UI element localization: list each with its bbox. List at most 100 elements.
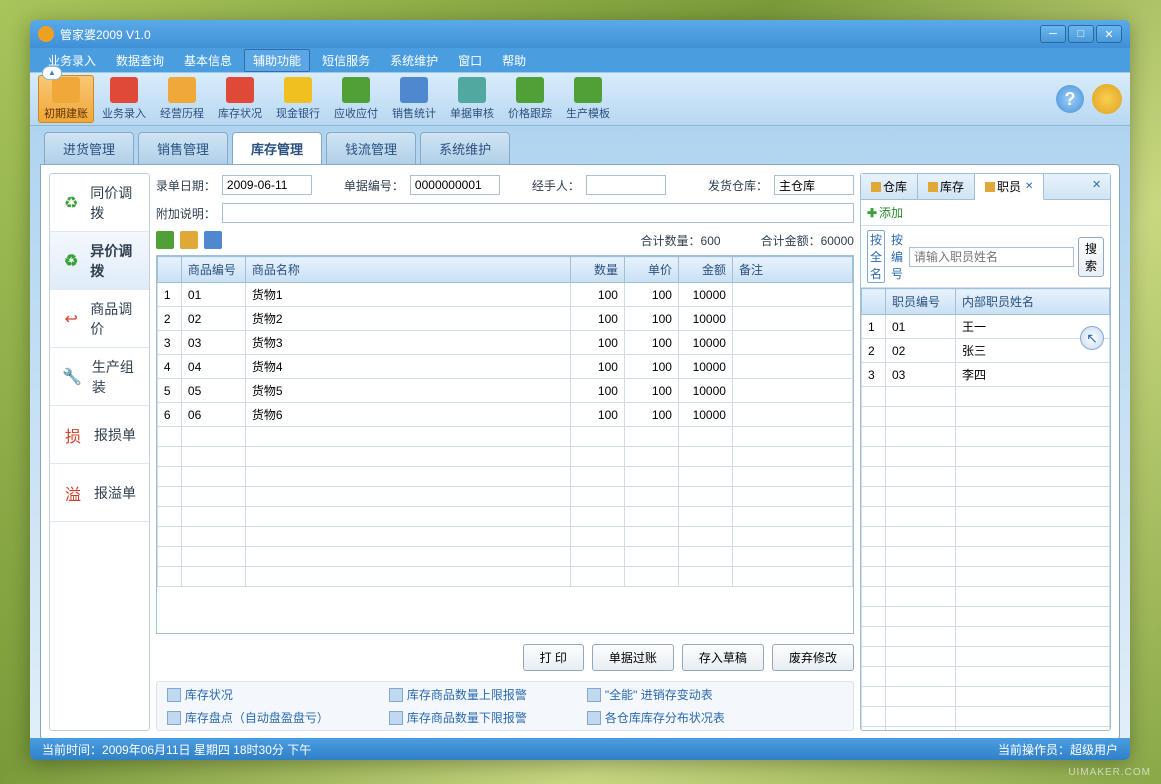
table-row[interactable] xyxy=(157,567,852,587)
nav-item-1[interactable]: ♻异价调拨 xyxy=(50,232,149,290)
table-row[interactable] xyxy=(861,447,1109,467)
person-icon[interactable] xyxy=(204,231,222,249)
table-row[interactable] xyxy=(861,567,1109,587)
table-row[interactable] xyxy=(861,607,1109,627)
menu-item-3[interactable]: 辅助功能 xyxy=(244,49,310,72)
table-row[interactable] xyxy=(861,727,1109,731)
table-row[interactable] xyxy=(157,507,852,527)
table-row[interactable] xyxy=(157,487,852,507)
nav-item-0[interactable]: ♻同价调拨 xyxy=(50,174,149,232)
table-row[interactable] xyxy=(157,527,852,547)
table-row[interactable]: 404货物410010010000 xyxy=(157,355,852,379)
toolbar-btn-3[interactable]: 库存状况 xyxy=(212,75,268,123)
grid-header[interactable]: 数量 xyxy=(570,257,624,283)
main-tab-3[interactable]: 钱流管理 xyxy=(326,132,416,164)
table-row[interactable]: 303李四 xyxy=(861,363,1109,387)
table-row[interactable] xyxy=(861,647,1109,667)
nav-item-3[interactable]: 🔧生产组装 xyxy=(50,348,149,406)
main-tab-0[interactable]: 进货管理 xyxy=(44,132,134,164)
table-row[interactable] xyxy=(861,527,1109,547)
quick-link[interactable]: 各仓库库存分布状况表 xyxy=(587,709,725,726)
toolbar-btn-6[interactable]: 销售统计 xyxy=(386,75,442,123)
table-row[interactable]: 101货物110010010000 xyxy=(157,283,852,307)
maximize-button[interactable]: □ xyxy=(1068,25,1094,43)
table-row[interactable] xyxy=(861,427,1109,447)
quick-link[interactable]: 库存商品数量下限报警 xyxy=(389,709,527,726)
titlebar[interactable]: 管家婆2009 V1.0 ─ □ ✕ xyxy=(30,20,1130,48)
table-row[interactable]: 505货物510010010000 xyxy=(157,379,852,403)
table-row[interactable]: 202货物210010010000 xyxy=(157,307,852,331)
menu-item-4[interactable]: 短信服务 xyxy=(314,50,378,71)
toolbar-btn-2[interactable]: 经营历程 xyxy=(154,75,210,123)
table-row[interactable] xyxy=(861,487,1109,507)
employee-grid[interactable]: 职员编号内部职员姓名101王一202张三303李四 ↖ xyxy=(861,288,1110,730)
grid-header[interactable]: 商品编号 xyxy=(181,257,245,283)
toolbar-btn-1[interactable]: 业务录入 xyxy=(96,75,152,123)
action-btn-2[interactable]: 存入草稿 xyxy=(682,644,764,671)
warehouse-input[interactable] xyxy=(774,175,854,195)
side-panel-close-icon[interactable]: ✕ xyxy=(1092,178,1106,192)
scroll-up-icon[interactable]: ↖ xyxy=(1080,326,1104,350)
main-grid[interactable]: 商品编号商品名称数量单价金额备注101货物110010010000202货物21… xyxy=(156,255,854,634)
grid-header[interactable] xyxy=(157,257,181,283)
grid-icon-1[interactable] xyxy=(156,231,174,249)
toolbar-btn-4[interactable]: 现金银行 xyxy=(270,75,326,123)
table-row[interactable]: 202张三 xyxy=(861,339,1109,363)
table-row[interactable] xyxy=(861,547,1109,567)
table-row[interactable] xyxy=(861,627,1109,647)
rp-grid-header[interactable] xyxy=(861,289,885,315)
grid-header[interactable]: 备注 xyxy=(732,257,852,283)
grid-icon-2[interactable] xyxy=(180,231,198,249)
side-tab-1[interactable]: 库存 xyxy=(918,174,975,199)
action-btn-3[interactable]: 废弃修改 xyxy=(772,644,854,671)
search-by-no-link[interactable]: 按编号 xyxy=(889,231,905,282)
quick-link[interactable]: "全能" 进销存变动表 xyxy=(587,686,725,703)
main-tab-2[interactable]: 库存管理 xyxy=(232,132,322,164)
handler-input[interactable] xyxy=(586,175,666,195)
quick-link[interactable]: 库存盘点（自动盘盈盘亏） xyxy=(167,709,329,726)
side-tab-2[interactable]: 职员✕ xyxy=(975,174,1044,200)
quick-link[interactable]: 库存商品数量上限报警 xyxy=(389,686,527,703)
nav-item-5[interactable]: 溢报溢单 xyxy=(50,464,149,522)
table-row[interactable] xyxy=(157,427,852,447)
table-row[interactable]: 606货物610010010000 xyxy=(157,403,852,427)
table-row[interactable] xyxy=(861,667,1109,687)
quick-link[interactable]: 库存状况 xyxy=(167,686,329,703)
table-row[interactable] xyxy=(861,707,1109,727)
table-row[interactable] xyxy=(861,687,1109,707)
menu-item-5[interactable]: 系统维护 xyxy=(382,50,446,71)
grid-header[interactable]: 单价 xyxy=(624,257,678,283)
action-btn-0[interactable]: 打 印 xyxy=(523,644,584,671)
menu-item-7[interactable]: 帮助 xyxy=(494,50,534,71)
employee-search-input[interactable] xyxy=(909,247,1074,267)
close-button[interactable]: ✕ xyxy=(1096,25,1122,43)
toolbar-btn-5[interactable]: 应收应付 xyxy=(328,75,384,123)
table-row[interactable] xyxy=(861,507,1109,527)
menu-item-2[interactable]: 基本信息 xyxy=(176,50,240,71)
action-btn-1[interactable]: 单据过账 xyxy=(592,644,674,671)
main-tab-4[interactable]: 系统维护 xyxy=(420,132,510,164)
main-tab-1[interactable]: 销售管理 xyxy=(138,132,228,164)
table-row[interactable] xyxy=(157,467,852,487)
date-input[interactable] xyxy=(222,175,312,195)
rp-grid-header[interactable]: 职员编号 xyxy=(885,289,955,315)
search-button[interactable]: 搜索 xyxy=(1078,237,1104,277)
grid-header[interactable]: 金额 xyxy=(678,257,732,283)
search-by-name-link[interactable]: 按全名 xyxy=(867,230,885,283)
tab-close-icon[interactable]: ✕ xyxy=(1025,181,1033,192)
minimize-button[interactable]: ─ xyxy=(1040,25,1066,43)
table-row[interactable] xyxy=(861,587,1109,607)
rp-grid-header[interactable]: 内部职员姓名 xyxy=(955,289,1109,315)
toolbar-btn-0[interactable]: 初期建账 xyxy=(38,75,94,123)
menu-item-6[interactable]: 窗口 xyxy=(450,50,490,71)
grid-header[interactable]: 商品名称 xyxy=(245,257,570,283)
side-tab-0[interactable]: 仓库 xyxy=(861,174,918,199)
table-row[interactable] xyxy=(861,467,1109,487)
toolbar-btn-9[interactable]: 生产模板 xyxy=(560,75,616,123)
nav-item-2[interactable]: ↩商品调价 xyxy=(50,290,149,348)
collapse-toolbar-icon[interactable]: ▲ xyxy=(42,66,62,80)
toolbar-btn-7[interactable]: 单据审核 xyxy=(444,75,500,123)
help-icon[interactable]: ? xyxy=(1056,85,1084,113)
toolbar-btn-8[interactable]: 价格跟踪 xyxy=(502,75,558,123)
table-row[interactable] xyxy=(157,447,852,467)
